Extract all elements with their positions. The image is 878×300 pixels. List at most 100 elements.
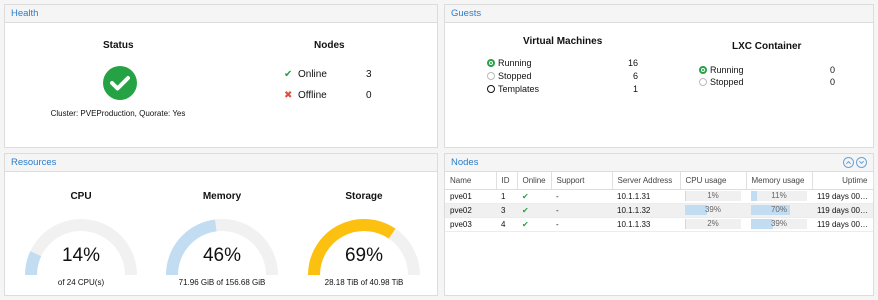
cell-name: pve01: [445, 189, 496, 204]
cpu-gauge: CPU 14% of 24 CPU(s): [21, 191, 141, 291]
cell-id: 3: [496, 203, 517, 218]
cell-support: -: [551, 203, 612, 218]
gauge-percent: 69%: [344, 245, 384, 266]
gauge-subtitle: 28.18 TiB of 40.98 TiB: [324, 278, 404, 287]
gauge-percent: 14%: [61, 245, 101, 266]
lxc-stopped-count: 0: [829, 77, 835, 87]
vm-stopped-label: Stopped: [498, 71, 532, 81]
cell-memory: 39%: [746, 217, 812, 232]
lxc-running-row: Running: [699, 65, 744, 75]
cell-uptime: 119 days 00:...: [812, 217, 873, 232]
cpu-usage-bar: 2%: [685, 219, 741, 229]
col-header-cpu-usage[interactable]: CPU usage: [680, 172, 747, 190]
cluster-info: Cluster: PVEProduction, Quorate: Yes: [50, 109, 186, 118]
cell-cpu: 2%: [680, 217, 746, 232]
cell-uptime: 119 days 00:...: [812, 189, 873, 204]
cpu-usage-text: 2%: [707, 219, 719, 228]
cell-uptime: 119 days 00:...: [812, 203, 873, 218]
nodes-panel: Nodes Name ID Online Support Server Addr…: [444, 153, 874, 296]
online-count: 3: [366, 69, 372, 80]
lxc-running-count: 0: [829, 65, 835, 75]
cpu-usage-text: 1%: [707, 191, 719, 200]
cell-support: -: [551, 217, 612, 232]
offline-label: Offline: [298, 90, 327, 101]
cell-cpu: 1%: [680, 189, 746, 204]
gauge-title: Memory: [202, 191, 242, 202]
table-row[interactable]: pve01 1 ✔ - 10.1.1.31 1% 11% 119 days 00…: [445, 189, 873, 204]
cell-address: 10.1.1.32: [612, 203, 680, 218]
stopped-status-icon: [699, 78, 707, 86]
col-header-memory-usage[interactable]: Memory usage: [746, 172, 813, 190]
vm-templates-count: 1: [632, 84, 638, 94]
collapse-icon[interactable]: [843, 157, 854, 168]
col-header-server-address[interactable]: Server Address: [612, 172, 681, 190]
guests-panel-title: Guests: [445, 5, 873, 23]
cell-cpu: 39%: [680, 203, 746, 218]
memory-usage-bar: 39%: [751, 219, 807, 229]
vm-stopped-count: 6: [632, 71, 638, 81]
memory-usage-bar: 70%: [751, 205, 807, 215]
vm-templates-row: Templates: [487, 84, 539, 94]
cell-name: pve02: [445, 203, 496, 218]
lxc-running-label: Running: [710, 65, 744, 75]
offline-count: 0: [366, 90, 372, 101]
guests-panel: Guests Virtual Machines Running 16 Stopp…: [444, 4, 874, 148]
nodes-title: Nodes: [314, 40, 345, 51]
cell-address: 10.1.1.33: [612, 217, 680, 232]
cpu-usage-bar: 1%: [685, 191, 741, 201]
stopped-status-icon: [487, 72, 495, 80]
expand-icon[interactable]: [856, 157, 867, 168]
cell-id: 1: [496, 189, 517, 204]
online-label: Online: [298, 69, 327, 80]
gauge-title: Storage: [345, 191, 383, 202]
online-check-icon: ✔: [522, 205, 529, 215]
lxc-stopped-row: Stopped: [699, 77, 744, 87]
memory-usage-text: 11%: [771, 191, 787, 200]
gauge-subtitle: 71.96 GiB of 156.68 GiB: [178, 278, 266, 287]
memory-usage-text: 70%: [770, 205, 787, 214]
lxc-stopped-label: Stopped: [710, 77, 744, 87]
panel-tools: [843, 157, 867, 168]
nodes-panel-header: Nodes: [445, 154, 873, 172]
vm-running-label: Running: [498, 58, 532, 68]
status-ok-icon: [103, 66, 137, 100]
running-status-icon: [487, 59, 495, 67]
table-header-row: Name ID Online Support Server Address CP…: [445, 172, 874, 190]
nodes-table: Name ID Online Support Server Address CP…: [445, 172, 874, 232]
running-status-icon: [699, 66, 707, 74]
online-check-icon: ✔: [284, 69, 293, 80]
vm-stopped-row: Stopped: [487, 71, 532, 81]
table-row[interactable]: pve03 4 ✔ - 10.1.1.33 2% 39% 119 days 00…: [445, 217, 873, 232]
col-header-name[interactable]: Name: [445, 172, 497, 190]
vm-templates-label: Templates: [498, 84, 540, 94]
cell-memory: 70%: [746, 203, 812, 218]
lxc-title: LXC Container: [732, 41, 802, 52]
cell-address: 10.1.1.31: [612, 189, 680, 204]
online-check-icon: ✔: [522, 191, 529, 201]
memory-gauge: Memory 46% 71.96 GiB of 156.68 GiB: [162, 191, 282, 291]
cell-id: 4: [496, 217, 517, 232]
cell-online: ✔: [517, 203, 551, 218]
resources-panel: Resources CPU 14% of 24 CPU(s) Memory 46…: [4, 153, 438, 296]
nodes-online-row: ✔ Online: [284, 69, 327, 80]
template-status-icon: [487, 85, 495, 93]
cell-online: ✔: [517, 189, 551, 204]
col-header-id[interactable]: ID: [496, 172, 518, 190]
offline-x-icon: ✖: [284, 90, 293, 101]
vm-running-count: 16: [627, 58, 638, 68]
storage-gauge: Storage 69% 28.18 TiB of 40.98 TiB: [304, 191, 424, 291]
col-header-support[interactable]: Support: [551, 172, 613, 190]
memory-usage-bar: 11%: [751, 191, 807, 201]
cell-name: pve03: [445, 217, 496, 232]
vm-running-row: Running: [487, 58, 532, 68]
cell-online: ✔: [517, 217, 551, 232]
col-header-online[interactable]: Online: [517, 172, 552, 190]
cpu-usage-bar: 39%: [685, 205, 741, 215]
cpu-usage-text: 39%: [704, 205, 721, 214]
status-title: Status: [103, 40, 134, 51]
col-header-uptime[interactable]: Uptime: [812, 172, 874, 190]
table-row[interactable]: pve02 3 ✔ - 10.1.1.32 39% 70% 119 days 0…: [445, 203, 873, 218]
resources-panel-title: Resources: [5, 154, 437, 172]
cell-memory: 11%: [746, 189, 812, 204]
cell-support: -: [551, 189, 612, 204]
